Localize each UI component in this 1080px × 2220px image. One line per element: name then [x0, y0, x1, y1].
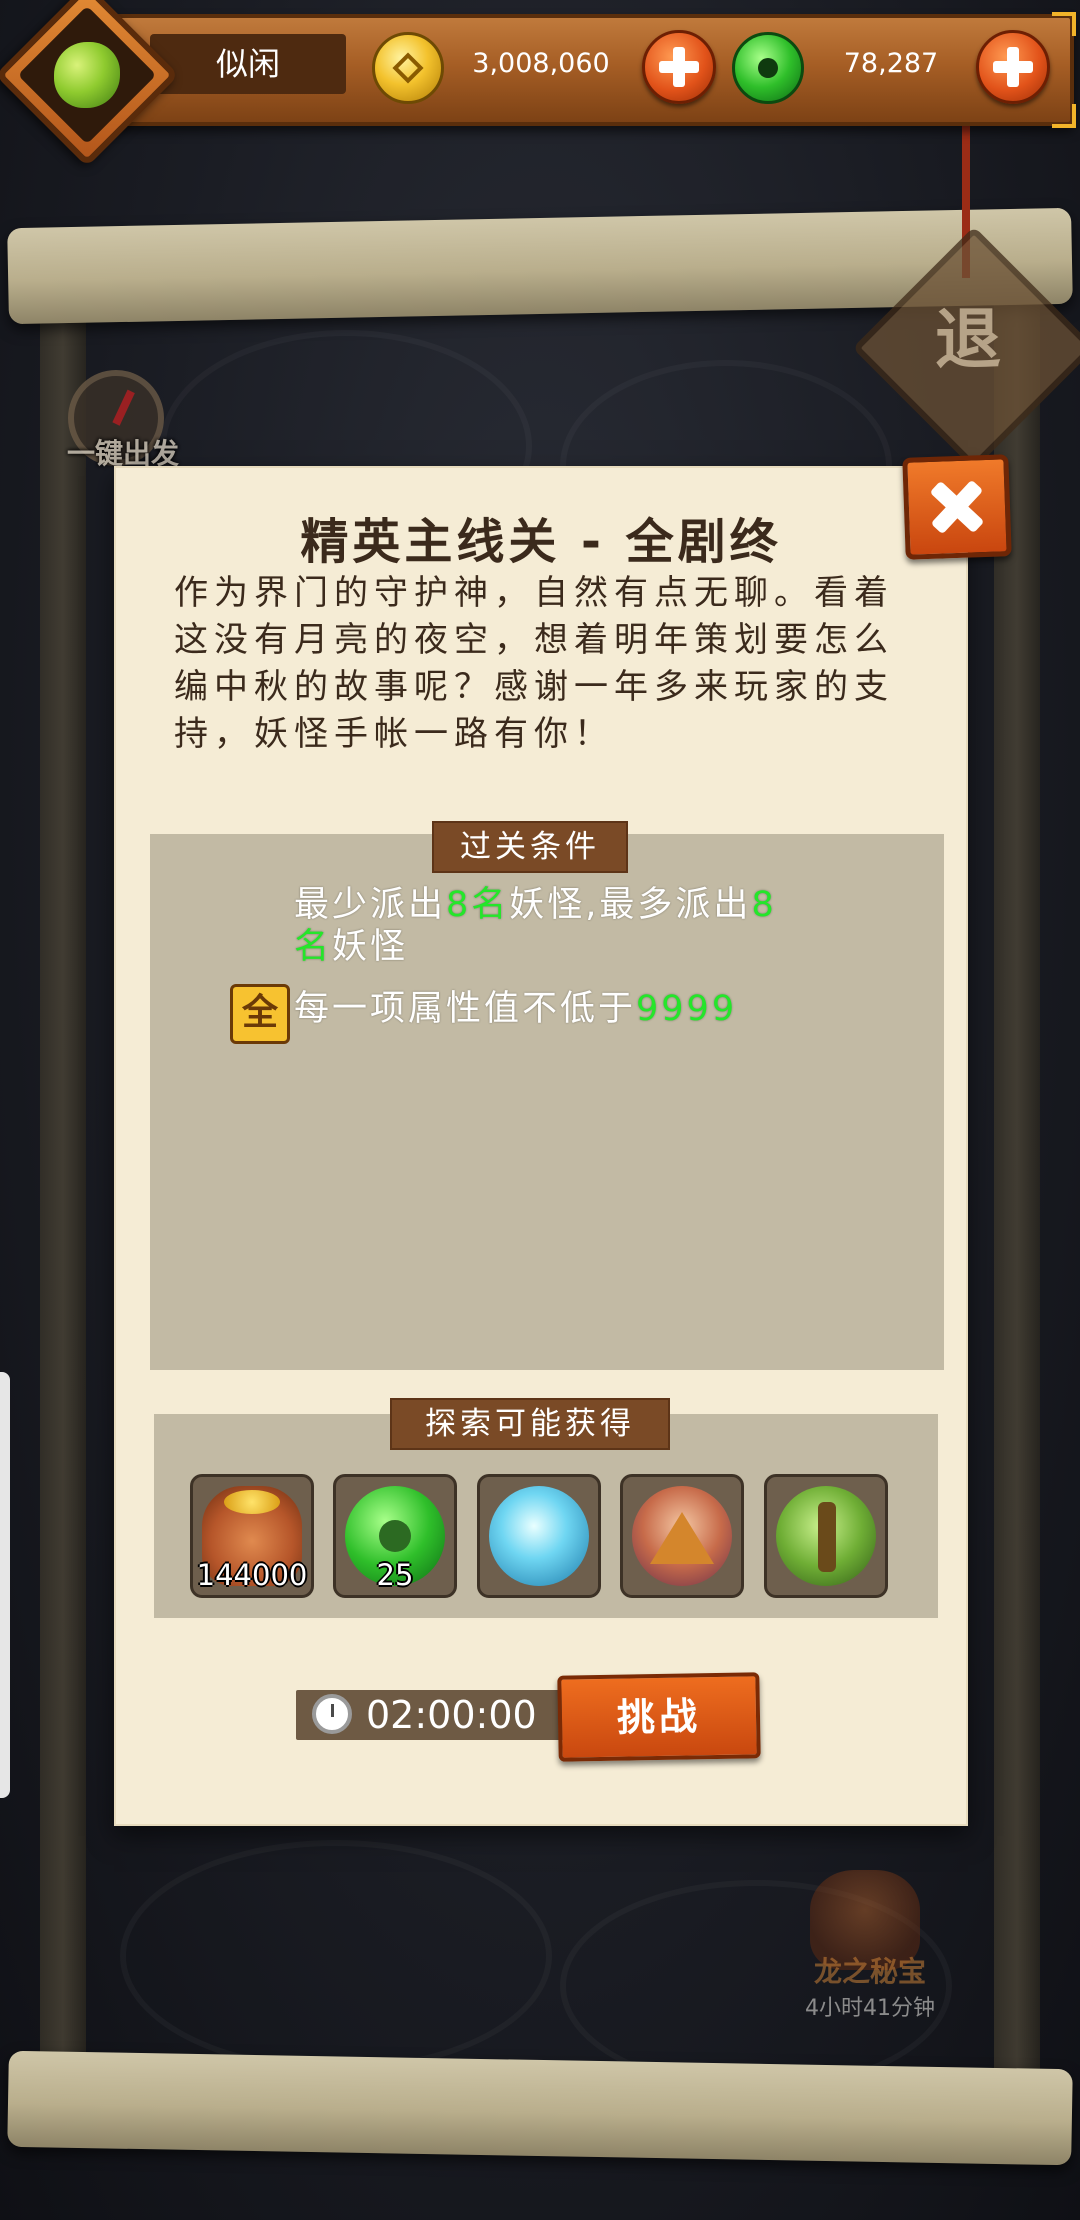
- reward-slot[interactable]: [764, 1474, 888, 1598]
- exit-label: 退: [935, 301, 1001, 378]
- jade-icon: [732, 32, 804, 104]
- exploration-timer: 02:00:00: [366, 1693, 537, 1737]
- clear-conditions-tag: 过关条件: [432, 821, 628, 873]
- condition-highlight: 9999: [636, 989, 738, 1029]
- dialog-title: 精英主线关 - 全剧终: [300, 514, 782, 570]
- condition-line: 名妖怪: [294, 926, 408, 968]
- status-label: 似闲: [150, 34, 346, 94]
- rewards-tag: 探索可能获得: [390, 1398, 670, 1450]
- jade-amount: 78,287: [843, 48, 939, 79]
- condition-line: 每一项属性值不低于9999: [294, 988, 737, 1030]
- stopwatch-icon: [312, 1694, 352, 1734]
- condition-text: 每一项属性值不低于: [294, 989, 637, 1029]
- scroll-rail-left: [40, 300, 86, 2070]
- corner-ornament: [1052, 12, 1076, 36]
- add-gold-button[interactable]: [642, 30, 716, 104]
- dragon-treasure-label: 龙之秘宝: [813, 1955, 926, 1988]
- condition-text: 最少派出: [294, 885, 447, 925]
- challenge-button[interactable]: 挑战: [557, 1672, 761, 1762]
- condition-line: 最少派出8名妖怪,最多派出8: [294, 884, 777, 926]
- corner-ornament: [1052, 104, 1076, 128]
- reward-slot[interactable]: [620, 1474, 744, 1598]
- ice-crystal-icon: [489, 1486, 589, 1586]
- scroll-rail-right: [994, 300, 1040, 2070]
- gold-coin-icon: [372, 32, 444, 104]
- condition-highlight: 名: [294, 927, 333, 967]
- scroll-bottom-roller: [7, 2050, 1073, 2166]
- reward-slot[interactable]: [477, 1474, 601, 1598]
- condition-text: 妖怪,最多派出: [509, 885, 752, 925]
- dragon-treasure-timer: 4小时41分钟: [805, 1996, 935, 2021]
- cloud-decoration: [120, 1840, 552, 2072]
- condition-text: 妖怪: [332, 927, 409, 967]
- all-attributes-badge-icon: 全: [230, 984, 290, 1044]
- reward-count: 144000: [196, 1558, 308, 1592]
- pet-avatar-icon: [54, 42, 120, 108]
- condition-highlight: 8名: [446, 885, 510, 925]
- add-jade-button[interactable]: [976, 30, 1050, 104]
- condition-highlight: 8: [751, 885, 777, 925]
- stage-description: 作为界门的守护神，自然有点无聊。看着这没有月亮的夜空，想着明年策划要怎么编中秋的…: [174, 573, 894, 754]
- mountain-icon: [632, 1486, 732, 1586]
- reward-count: 25: [376, 1558, 414, 1592]
- side-drawer-handle[interactable]: [0, 1372, 10, 1798]
- gold-amount: 3,008,060: [472, 48, 610, 79]
- vine-icon: [776, 1486, 876, 1586]
